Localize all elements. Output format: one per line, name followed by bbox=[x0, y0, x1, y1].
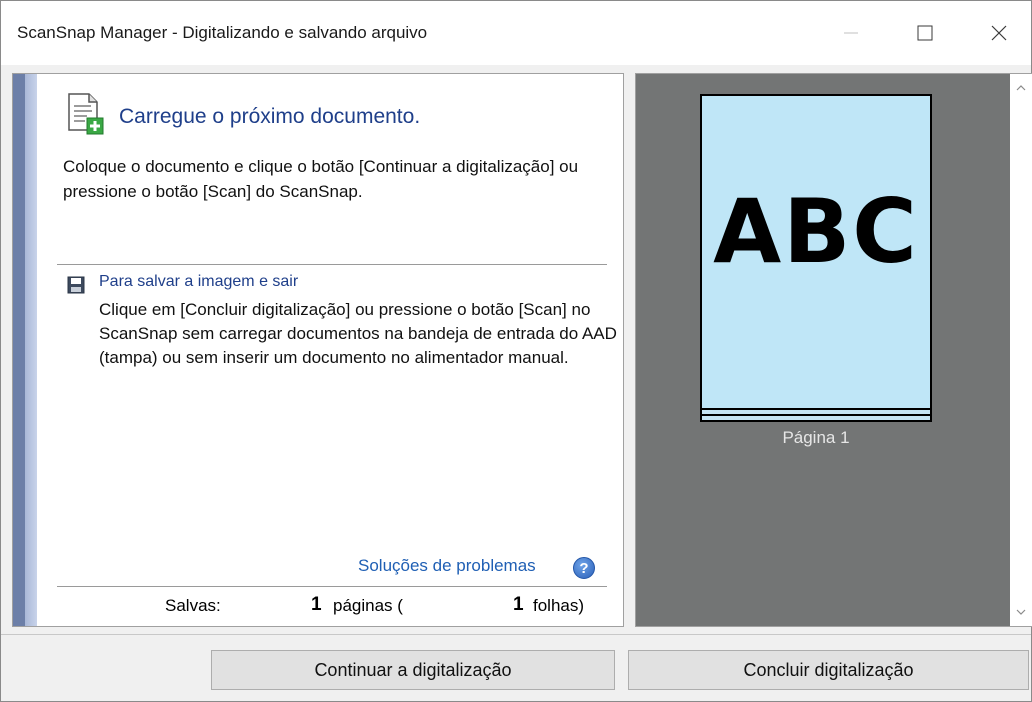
save-section-text: Clique em [Concluir digitalização] ou pr… bbox=[99, 300, 617, 367]
page-thumbnail-front: ABC bbox=[700, 94, 932, 410]
minimize-button[interactable] bbox=[823, 1, 879, 65]
finish-scanning-button[interactable]: Concluir digitalização bbox=[628, 650, 1029, 690]
saved-pages-count: 1 bbox=[311, 594, 322, 615]
close-icon bbox=[991, 25, 1007, 41]
saved-sheets-label: folhas) bbox=[533, 596, 585, 615]
instructions-panel: Carregue o próximo documento. Coloque o … bbox=[12, 73, 624, 627]
troubleshooting-link[interactable]: Soluções de problemas bbox=[358, 556, 536, 576]
accent-bar bbox=[13, 74, 37, 626]
chevron-down-icon[interactable] bbox=[1015, 606, 1027, 618]
page-caption: Página 1 bbox=[782, 428, 850, 447]
continue-scanning-button[interactable]: Continuar a digitalização bbox=[211, 650, 615, 690]
preview-scrollbar[interactable] bbox=[1010, 74, 1032, 626]
maximize-button[interactable] bbox=[897, 1, 953, 65]
help-icon[interactable]: ? bbox=[573, 557, 595, 579]
window-title: ScanSnap Manager - Digitalizando e salva… bbox=[17, 23, 428, 42]
divider bbox=[57, 586, 607, 587]
close-button[interactable] bbox=[971, 1, 1027, 65]
saved-label: Salvas: bbox=[165, 596, 221, 615]
floppy-disk-icon bbox=[67, 276, 85, 294]
save-section-title: Para salvar a imagem e sair bbox=[99, 273, 299, 290]
chevron-up-icon[interactable] bbox=[1015, 82, 1027, 94]
scansnap-window: ScanSnap Manager - Digitalizando e salva… bbox=[0, 0, 1032, 702]
footer-divider bbox=[1, 634, 1031, 635]
add-document-icon bbox=[68, 93, 104, 135]
instruction-heading: Carregue o próximo documento. bbox=[119, 105, 421, 128]
saved-pages-label: páginas ( bbox=[333, 596, 403, 615]
minimize-icon bbox=[844, 32, 858, 34]
maximize-icon bbox=[917, 25, 933, 41]
instruction-text: Coloque o documento e clique o botão [Co… bbox=[63, 157, 579, 201]
title-bar: ScanSnap Manager - Digitalizando e salva… bbox=[1, 1, 1031, 65]
divider bbox=[57, 264, 607, 265]
page-preview-panel[interactable]: ABC Página 1 bbox=[635, 73, 1032, 627]
page-content-text: ABC bbox=[713, 180, 919, 283]
page-thumbnail[interactable]: ABC bbox=[700, 94, 932, 422]
saved-sheets-count: 1 bbox=[513, 594, 524, 615]
